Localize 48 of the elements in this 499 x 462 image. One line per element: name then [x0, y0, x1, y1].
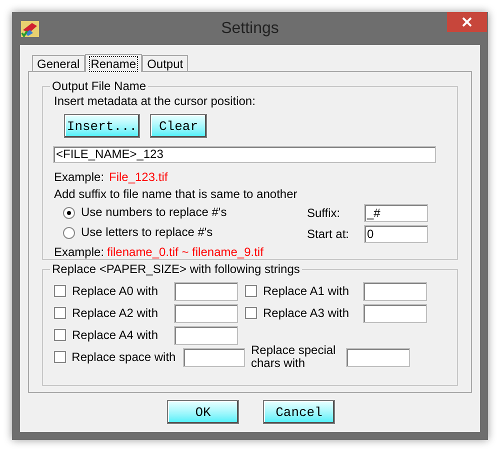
example-text: File_123.tif — [109, 170, 168, 185]
input-field[interactable] — [174, 304, 238, 322]
tab[interactable]: Rename — [84, 54, 142, 72]
close-button[interactable] — [447, 12, 487, 32]
checkbox[interactable] — [245, 307, 257, 319]
group-title: Replace <PAPER_SIZE> with following strings — [50, 262, 302, 277]
checkbox[interactable] — [54, 285, 66, 297]
tab[interactable]: Output — [142, 55, 188, 71]
checkbox[interactable] — [245, 285, 257, 297]
instruction-text: Insert metadata at the cursor position: — [54, 94, 256, 109]
checkbox-label[interactable]: Replace A1 with — [263, 284, 363, 298]
start-at-label: Start at: — [307, 226, 350, 242]
input-field[interactable] — [182, 348, 245, 366]
checkbox[interactable] — [54, 307, 66, 319]
input-field[interactable] — [363, 304, 427, 322]
start-at-field[interactable]: 0 — [364, 225, 428, 243]
example-text: filename_0.tif ~ filename_9.tif — [107, 245, 264, 260]
example-label: Example: — [54, 170, 106, 185]
app-icon — [21, 20, 39, 36]
suffix-field[interactable]: _# — [364, 204, 428, 222]
group-title: Output File Name — [50, 79, 148, 94]
checkbox-label[interactable]: Replace A3 with — [263, 306, 363, 320]
insert-button[interactable]: Insert... — [64, 114, 140, 138]
radio-label[interactable]: Use numbers to replace #'s — [81, 205, 227, 220]
ok-button[interactable]: OK — [167, 400, 239, 424]
input-field[interactable] — [346, 348, 410, 366]
input-field[interactable] — [174, 282, 238, 300]
input-field[interactable] — [174, 326, 238, 344]
window-title: Settings — [221, 18, 279, 38]
radio-button[interactable] — [63, 226, 75, 238]
suffix-label: Suffix: — [307, 206, 342, 220]
cancel-button[interactable]: Cancel — [263, 400, 335, 424]
checkbox-label[interactable]: Replace A0 with — [72, 284, 174, 298]
checkbox-label[interactable]: Replace A2 with — [72, 306, 174, 320]
field-label: Replace special chars with — [251, 344, 337, 370]
checkbox[interactable] — [54, 329, 66, 341]
pattern-field[interactable]: <FILE_NAME>_123 — [53, 146, 436, 163]
checkbox-label[interactable]: Replace space with — [72, 350, 183, 364]
close-icon — [462, 17, 472, 27]
suffix-hint: Add suffix to file name that is same to another — [54, 187, 298, 202]
checkbox-label[interactable]: Replace A4 with — [72, 328, 174, 342]
tab[interactable]: General — [32, 55, 85, 71]
clear-button[interactable]: Clear — [150, 114, 207, 138]
radio-button[interactable] — [63, 206, 75, 218]
input-field[interactable] — [363, 282, 427, 300]
radio-label[interactable]: Use letters to replace #'s — [81, 225, 213, 240]
example-label: Example: — [54, 245, 106, 260]
checkbox[interactable] — [54, 351, 66, 363]
